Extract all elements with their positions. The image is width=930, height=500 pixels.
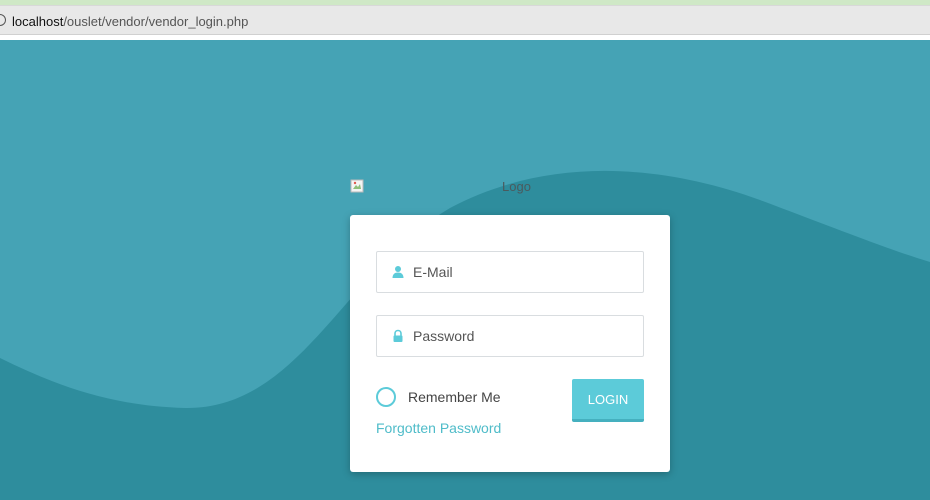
user-icon xyxy=(392,266,404,278)
login-page: Logo Remember Me LOGIN Forgotten Passwor… xyxy=(0,40,930,500)
address-url[interactable]: localhost/ouslet/vendor/vendor_login.php xyxy=(12,14,248,29)
login-card: Remember Me LOGIN Forgotten Password xyxy=(350,215,670,472)
logo-alt-text: Logo xyxy=(502,179,531,194)
password-input[interactable] xyxy=(413,316,633,356)
email-field[interactable] xyxy=(376,251,644,293)
password-field[interactable] xyxy=(376,315,644,357)
url-path: /ouslet/vendor/vendor_login.php xyxy=(63,14,249,29)
logo: Logo xyxy=(350,177,670,197)
site-info-icon[interactable] xyxy=(0,14,6,26)
address-bar[interactable]: localhost/ouslet/vendor/vendor_login.php xyxy=(0,5,930,35)
login-button[interactable]: LOGIN xyxy=(572,379,644,422)
url-host: localhost xyxy=(12,14,64,29)
remember-me-checkbox[interactable] xyxy=(376,387,396,407)
email-input[interactable] xyxy=(413,252,633,292)
lock-icon xyxy=(393,329,403,342)
remember-me-label[interactable]: Remember Me xyxy=(408,389,501,405)
forgot-password-link[interactable]: Forgotten Password xyxy=(376,420,501,436)
broken-image-icon xyxy=(350,179,364,193)
